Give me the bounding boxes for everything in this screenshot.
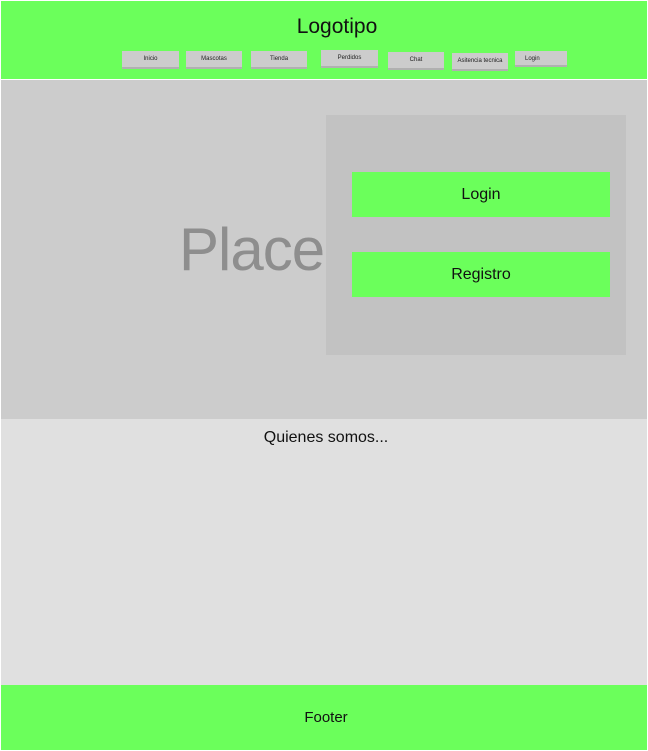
login-button[interactable]: Login [352, 172, 610, 217]
footer-text: Footer [304, 709, 348, 726]
register-button[interactable]: Registro [352, 252, 610, 297]
nav-mascotas[interactable]: Mascotas [186, 51, 242, 69]
nav-chat[interactable]: Chat [388, 52, 444, 70]
nav-asistencia[interactable]: Asitencia tecnica [452, 53, 508, 71]
logo: Logotipo [296, 15, 378, 38]
about-title: Quienes somos... [263, 429, 389, 446]
footer: Footer [1, 685, 647, 750]
nav-perdidos[interactable]: Perdidos [321, 50, 378, 68]
nav-login[interactable]: Login [515, 51, 567, 67]
hero-section: Placeh Login Registro [1, 80, 647, 419]
about-section: Quienes somos... [1, 419, 647, 685]
nav-tienda[interactable]: Tienda [251, 51, 307, 69]
auth-panel: Login Registro [326, 115, 626, 355]
header: Logotipo Inicio Mascotas Tienda Perdidos… [1, 1, 647, 79]
nav-inicio[interactable]: Inicio [122, 51, 179, 69]
